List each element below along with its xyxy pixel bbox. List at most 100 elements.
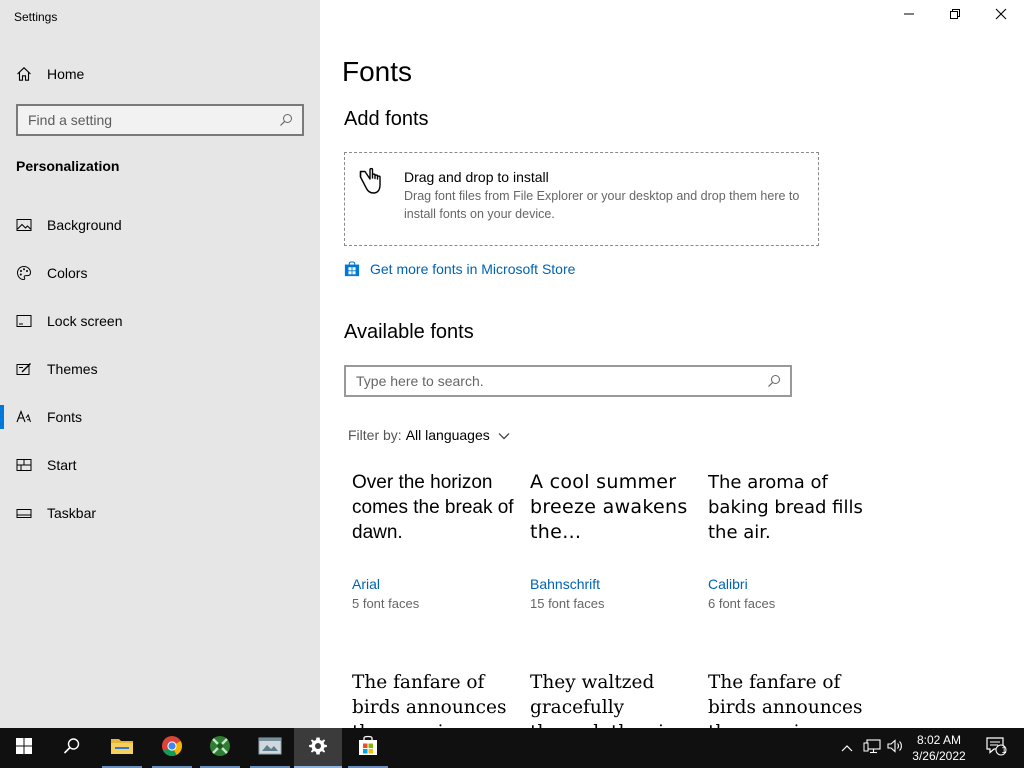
taskbar-app-green[interactable] <box>196 728 244 768</box>
lock-screen-icon <box>16 313 32 329</box>
sidebar-item-label: Start <box>47 457 77 473</box>
font-sample: The fanfare of birds announces the morni… <box>708 672 863 728</box>
sidebar-item-label: Themes <box>47 361 98 377</box>
clock-time: 8:02 AM <box>916 733 962 747</box>
restore-button[interactable] <box>932 0 978 32</box>
drop-zone-title: Drag and drop to install <box>404 169 549 185</box>
filter-value: All languages <box>405 427 490 443</box>
window-controls <box>886 0 1024 32</box>
font-card-calibri[interactable]: The aroma of baking bread fills the air.… <box>708 470 876 611</box>
font-card[interactable]: The fanfare of birds announces the morni… <box>708 670 876 728</box>
sidebar-item-taskbar[interactable]: Taskbar <box>0 489 320 537</box>
home-icon <box>16 66 32 82</box>
sidebar-item-home[interactable]: Home <box>0 58 320 90</box>
sidebar-item-start[interactable]: Start <box>0 441 320 489</box>
app-icon <box>209 735 231 762</box>
network-icon <box>863 738 881 759</box>
notification-count: 1 <box>1001 745 1007 755</box>
app-window-icon <box>258 736 282 761</box>
taskbar-store[interactable] <box>344 728 392 768</box>
close-button[interactable] <box>978 0 1024 32</box>
font-sample: They waltzed gracefully through the air. <box>530 672 677 728</box>
clock-date: 3/26/2022 <box>912 749 966 763</box>
settings-search-input[interactable] <box>28 112 278 128</box>
store-link-label: Get more fonts in Microsoft Store <box>370 261 576 277</box>
nav-list: Background Colors Lock screen Themes Fon… <box>0 201 320 537</box>
filter-label: Filter by: <box>348 427 402 443</box>
settings-search-box <box>16 104 304 136</box>
sidebar: Settings Home Personalization Background… <box>0 0 320 728</box>
microsoft-store-link[interactable]: Get more fonts in Microsoft Store <box>344 261 575 277</box>
sidebar-item-label: Taskbar <box>47 505 97 521</box>
font-sample: The fanfare of birds announces the morni… <box>352 672 507 728</box>
search-icon[interactable] <box>278 112 294 128</box>
network-button[interactable] <box>860 728 884 768</box>
show-hidden-icons-button[interactable] <box>836 728 858 768</box>
close-icon <box>995 7 1007 25</box>
app-title: Settings <box>14 10 58 24</box>
taskbar-clock[interactable]: 8:02 AM 3/26/2022 <box>904 732 974 764</box>
sidebar-item-label: Lock screen <box>47 313 123 329</box>
picture-icon <box>16 217 32 233</box>
start-icon <box>16 457 32 473</box>
font-card[interactable]: The fanfare of birds announces the morni… <box>352 670 520 728</box>
font-faces-count: 5 font faces <box>352 596 420 611</box>
folder-icon <box>110 736 134 761</box>
font-card-bahnschrift[interactable]: A cool summer breeze awakens the… Bahnsc… <box>530 470 698 611</box>
font-faces-count: 6 font faces <box>708 596 776 611</box>
palette-icon <box>16 265 32 281</box>
action-center-button[interactable]: 1 <box>980 728 1012 768</box>
store-icon <box>357 735 379 762</box>
font-sample: Over the horizon comes the break of dawn… <box>352 472 514 543</box>
windows-logo-icon <box>16 737 32 759</box>
themes-icon <box>16 361 32 377</box>
speaker-icon <box>886 738 904 759</box>
drop-zone-description: Drag font files from File Explorer or yo… <box>404 189 800 221</box>
taskbar-icon <box>16 505 32 521</box>
sidebar-item-background[interactable]: Background <box>0 201 320 249</box>
sidebar-item-label: Colors <box>47 265 88 281</box>
minimize-icon <box>903 7 915 25</box>
taskbar-file-explorer[interactable] <box>98 728 146 768</box>
sidebar-item-label: Fonts <box>47 409 83 425</box>
search-icon[interactable] <box>766 373 782 389</box>
sidebar-item-lock-screen[interactable]: Lock screen <box>0 297 320 345</box>
chrome-icon <box>161 735 183 762</box>
font-drop-zone[interactable]: Drag and drop to install Drag font files… <box>344 152 819 246</box>
font-sample: A cool summer breeze awakens the… <box>530 471 688 543</box>
font-faces-count: 15 font faces <box>530 596 605 611</box>
taskbar-search-button[interactable] <box>48 728 96 768</box>
taskbar: 8:02 AM 3/26/2022 1 <box>0 728 1024 768</box>
taskbar-chrome[interactable] <box>148 728 196 768</box>
font-name: Bahnschrift <box>530 576 601 592</box>
sidebar-item-themes[interactable]: Themes <box>0 345 320 393</box>
volume-button[interactable] <box>884 728 906 768</box>
font-search-box <box>344 365 792 397</box>
page-title: Fonts <box>342 56 413 87</box>
font-name: Arial <box>352 576 381 592</box>
language-filter[interactable]: Filter by: All languages <box>348 427 510 443</box>
available-fonts-heading: Available fonts <box>344 321 474 343</box>
chevron-up-icon <box>841 739 853 757</box>
hand-pointer-icon <box>359 167 393 202</box>
sidebar-item-label: Home <box>47 66 85 82</box>
font-name: Calibri <box>708 576 748 592</box>
start-button[interactable] <box>0 728 48 768</box>
sidebar-item-label: Background <box>47 217 122 233</box>
gear-icon <box>308 736 328 761</box>
minimize-button[interactable] <box>886 0 932 32</box>
store-icon <box>344 261 360 277</box>
font-sample: The aroma of baking bread fills the air. <box>708 472 863 543</box>
add-fonts-heading: Add fonts <box>344 108 429 130</box>
main-content: Fonts Add fonts Drag and drop to install… <box>320 0 1024 728</box>
taskbar-settings[interactable] <box>294 728 342 768</box>
font-card[interactable]: They waltzed gracefully through the air. <box>530 670 698 728</box>
section-label: Personalization <box>16 158 120 174</box>
sidebar-item-fonts[interactable]: Fonts <box>0 393 320 441</box>
chevron-down-icon <box>498 427 510 443</box>
font-search-input[interactable] <box>356 373 766 389</box>
sidebar-item-colors[interactable]: Colors <box>0 249 320 297</box>
font-card-arial[interactable]: Over the horizon comes the break of dawn… <box>352 470 520 611</box>
restore-icon <box>949 7 961 25</box>
taskbar-app-window[interactable] <box>246 728 294 768</box>
